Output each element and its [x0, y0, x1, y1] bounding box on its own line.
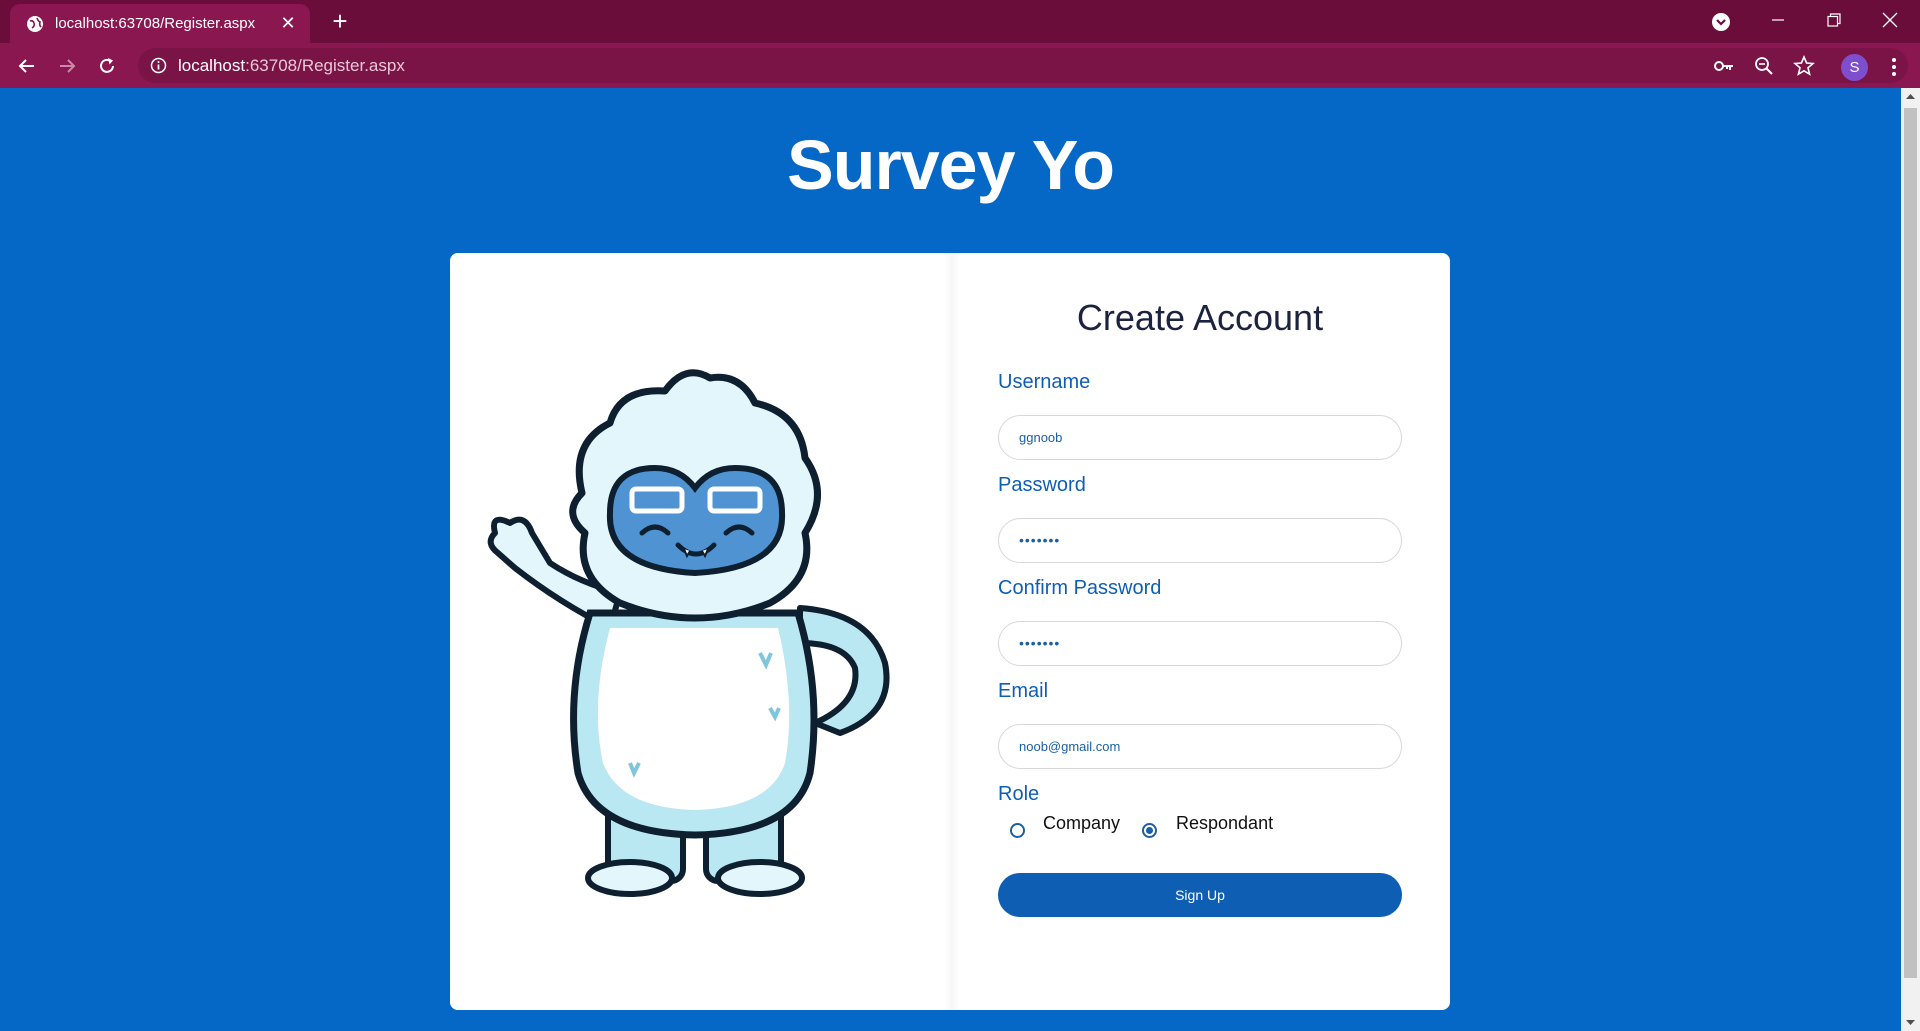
tab-search-icon[interactable]	[1709, 10, 1733, 34]
email-label: Email	[998, 680, 1049, 702]
scrollbar-thumb[interactable]	[1904, 108, 1917, 978]
close-tab-icon[interactable]: ✕	[276, 11, 300, 35]
address-url[interactable]: localhost:63708/Register.aspx	[178, 56, 405, 76]
sign-up-button[interactable]: Sign Up	[998, 873, 1402, 917]
email-field[interactable]: noob@gmail.com	[998, 724, 1402, 769]
tab-title: localhost:63708/Register.aspx	[55, 15, 256, 32]
profile-avatar[interactable]: S	[1841, 54, 1868, 81]
register-card: Create Account Username ggnoob Password …	[450, 253, 1450, 1010]
restore-icon[interactable]	[1806, 0, 1862, 40]
illustration-panel	[450, 253, 950, 1010]
browser-tab[interactable]: localhost:63708/Register.aspx ✕	[10, 4, 310, 43]
close-window-icon[interactable]	[1862, 0, 1918, 40]
back-arrow-icon[interactable]	[13, 52, 41, 80]
more-menu-icon[interactable]	[1883, 53, 1905, 81]
zoom-icon[interactable]	[1753, 55, 1775, 77]
forward-arrow-icon[interactable]	[53, 52, 81, 80]
reload-icon[interactable]	[93, 52, 121, 80]
scroll-down-arrow-icon[interactable]	[1901, 1014, 1920, 1031]
confirm-password-label: Confirm Password	[998, 577, 1162, 599]
minimize-icon[interactable]	[1750, 0, 1806, 40]
page-scrollbar[interactable]	[1901, 88, 1920, 1031]
confirm-password-field[interactable]: •••••••	[998, 621, 1402, 666]
password-label: Password	[998, 474, 1086, 496]
password-field[interactable]: •••••••	[998, 518, 1402, 563]
browser-tab-strip: localhost:63708/Register.aspx ✕ +	[0, 0, 1920, 43]
role-company-label[interactable]: Company	[1043, 813, 1120, 834]
role-label: Role	[998, 783, 1040, 805]
yeti-mascot-illustration	[487, 369, 890, 897]
scroll-up-arrow-icon[interactable]	[1901, 88, 1920, 105]
site-title: Survey Yo	[787, 126, 1115, 204]
address-bar[interactable]: localhost:63708/Register.aspx	[138, 48, 1908, 83]
panel-divider	[945, 253, 959, 1010]
username-label: Username	[998, 371, 1091, 393]
browser-toolbar: localhost:63708/Register.aspx	[0, 43, 1920, 88]
username-field[interactable]: ggnoob	[998, 415, 1402, 460]
globe-icon	[27, 16, 43, 32]
new-tab-icon[interactable]: +	[325, 7, 355, 37]
bookmark-star-icon[interactable]	[1793, 55, 1815, 77]
key-icon[interactable]	[1713, 55, 1735, 77]
role-respondant-radio[interactable]	[1142, 823, 1157, 838]
form-title: Create Account	[1076, 297, 1324, 338]
role-company-radio[interactable]	[1010, 823, 1025, 838]
role-respondant-label[interactable]: Respondant	[1176, 813, 1273, 834]
site-info-icon[interactable]	[150, 57, 167, 74]
